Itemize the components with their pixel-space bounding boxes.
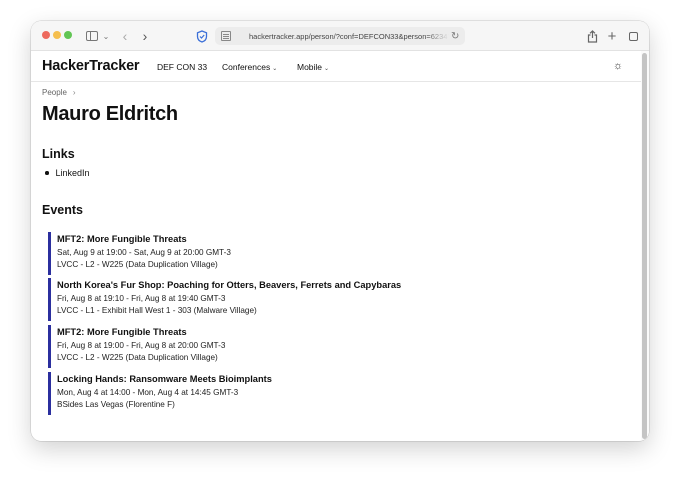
- list-item: LinkedIn: [42, 168, 90, 178]
- linkedin-link[interactable]: LinkedIn: [56, 168, 90, 178]
- event-card[interactable]: North Korea's Fur Shop: Poaching for Ott…: [48, 278, 468, 321]
- event-location: LVCC - L1 - Exhibit Hall West 1 - 303 (M…: [57, 306, 257, 315]
- event-location: BSides Las Vegas (Florentine F): [57, 400, 175, 409]
- share-icon[interactable]: [585, 28, 599, 44]
- address-bar[interactable]: hackertracker.app/person/?conf=DEFCON33&…: [215, 27, 465, 45]
- nav-mobile-label: Mobile: [297, 62, 323, 72]
- chevron-right-icon: ›: [72, 88, 76, 97]
- sun-icon[interactable]: ☼: [613, 60, 623, 72]
- back-button[interactable]: ‹: [119, 28, 131, 44]
- minimize-window-button[interactable]: [53, 31, 61, 39]
- close-window-button[interactable]: [42, 31, 50, 39]
- forward-button[interactable]: ›: [139, 28, 151, 44]
- chevron-down-icon: ⌄: [272, 66, 278, 72]
- nav-conferences-menu[interactable]: Conferences ⌄: [222, 62, 277, 72]
- event-title[interactable]: MFT2: More Fungible Threats: [57, 327, 468, 337]
- url-text[interactable]: hackertracker.app/person/?conf=DEFCON33&…: [249, 32, 449, 41]
- event-location: LVCC - L2 - W225 (Data Duplication Villa…: [57, 260, 218, 269]
- scrollbar-thumb[interactable]: [642, 53, 647, 439]
- zoom-window-button[interactable]: [64, 31, 72, 39]
- site-header: HackerTracker DEF CON 33 Conferences ⌄ Mo…: [31, 51, 641, 82]
- nav-current-conference[interactable]: DEF CON 33: [157, 62, 207, 72]
- brand-logo[interactable]: HackerTracker: [42, 58, 140, 74]
- event-card[interactable]: MFT2: More Fungible Threats Sat, Aug 9 a…: [48, 232, 468, 275]
- page-icon: [221, 31, 231, 41]
- browser-window: ⌄ ‹ › hackertracker.app/person/?conf=DEF…: [31, 21, 649, 441]
- event-card[interactable]: MFT2: More Fungible Threats Fri, Aug 8 a…: [48, 325, 468, 368]
- event-time: Fri, Aug 8 at 19:10 - Fri, Aug 8 at 19:4…: [57, 294, 226, 303]
- chevron-down-icon: ⌄: [324, 66, 330, 72]
- sidebar-toggle-icon[interactable]: [85, 28, 99, 44]
- events-heading: Events: [42, 203, 83, 217]
- new-tab-icon[interactable]: +: [605, 28, 619, 45]
- page-title: Mauro Eldritch: [42, 103, 178, 125]
- breadcrumb: People ›: [42, 88, 76, 97]
- shield-icon[interactable]: [195, 28, 209, 44]
- browser-toolbar: ⌄ ‹ › hackertracker.app/person/?conf=DEF…: [31, 21, 649, 51]
- nav-mobile-menu[interactable]: Mobile ⌄: [297, 62, 329, 72]
- event-location: LVCC - L2 - W225 (Data Duplication Villa…: [57, 353, 218, 362]
- reload-icon[interactable]: ↻: [451, 31, 459, 42]
- breadcrumb-people-link[interactable]: People: [42, 88, 67, 97]
- chevron-down-icon[interactable]: ⌄: [101, 28, 111, 44]
- links-list: LinkedIn: [42, 168, 90, 178]
- event-time: Mon, Aug 4 at 14:00 - Mon, Aug 4 at 14:4…: [57, 388, 239, 397]
- nav-conferences-label: Conferences: [222, 62, 271, 72]
- event-title[interactable]: North Korea's Fur Shop: Poaching for Ott…: [57, 280, 468, 290]
- bullet-icon: [45, 171, 49, 175]
- event-title[interactable]: MFT2: More Fungible Threats: [57, 234, 468, 244]
- event-time: Sat, Aug 9 at 19:00 - Sat, Aug 9 at 20:0…: [57, 248, 231, 257]
- links-heading: Links: [42, 147, 75, 161]
- event-title[interactable]: Locking Hands: Ransomware Meets Bioimpla…: [57, 374, 468, 384]
- event-time: Fri, Aug 8 at 19:00 - Fri, Aug 8 at 20:0…: [57, 341, 226, 350]
- tab-overview-icon[interactable]: [625, 28, 640, 46]
- event-card[interactable]: Locking Hands: Ransomware Meets Bioimpla…: [48, 372, 468, 415]
